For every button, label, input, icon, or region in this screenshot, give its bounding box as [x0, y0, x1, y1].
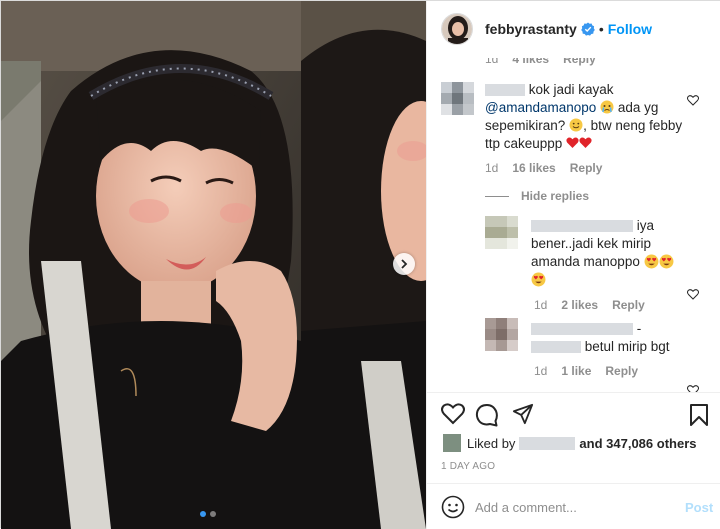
hide-replies-line [485, 196, 509, 197]
post-photo [1, 1, 301, 529]
author-avatar[interactable] [441, 13, 473, 45]
redacted-username [531, 341, 581, 354]
hide-replies-button[interactable]: Hide replies [521, 189, 589, 203]
commenter-avatar[interactable] [441, 82, 474, 115]
like-comment-heart-icon[interactable] [687, 95, 699, 106]
reply-avatar[interactable] [485, 318, 518, 351]
author-username[interactable]: febbyrastanty [485, 21, 577, 37]
post-timestamp: 1 DAY AGO [441, 461, 496, 472]
comment-bubble-icon[interactable] [475, 403, 499, 427]
save-bookmark-icon[interactable] [689, 403, 709, 427]
red-heart-emoji-icon [579, 137, 592, 148]
reply-time: 1d [534, 364, 548, 378]
emoji-smiley-icon[interactable] [441, 495, 465, 519]
reply-text: iya bener..jadi kek mirip amanda manoppo [531, 217, 681, 289]
carousel-indicator [200, 511, 216, 517]
comment-meta: 1d 16 likes Reply [485, 161, 602, 175]
liked-by-prefix: Liked by [467, 435, 516, 451]
instagram-post: febbyrastanty • Follow 1d 4 likes Reply [0, 0, 720, 529]
comment-time: 1d [485, 161, 499, 175]
comment-likes[interactable]: 16 likes [512, 161, 555, 175]
red-heart-emoji-icon [566, 137, 579, 148]
heart-eyes-emoji-icon [644, 254, 659, 269]
reply-item: iya bener..jadi kek mirip amanda manoppo… [427, 208, 720, 312]
crying-face-emoji-icon [600, 100, 614, 114]
reply-likes[interactable]: 1 like [561, 364, 591, 378]
heart-eyes-emoji-icon [531, 272, 546, 287]
reply-time: 1d [534, 298, 548, 312]
comments-section[interactable]: 1d 4 likes Reply kok jadi kayak @amandam… [427, 58, 720, 392]
like-reply-heart-icon[interactable] [687, 385, 699, 392]
add-comment-input[interactable] [475, 496, 665, 518]
add-comment-bar: Post [427, 483, 720, 529]
redacted-username [531, 323, 633, 336]
redacted-username [485, 84, 525, 97]
like-heart-icon[interactable] [441, 403, 465, 425]
reply-text: - betul mirip bgt [531, 320, 681, 356]
smiley-emoji-icon [569, 118, 583, 132]
post-action-bar [427, 392, 720, 437]
post-side-panel: febbyrastanty • Follow 1d 4 likes Reply [426, 1, 720, 529]
redacted-liker-name [519, 436, 576, 450]
post-header: febbyrastanty • Follow [427, 1, 720, 57]
mention-link[interactable]: @amandamanopo [485, 100, 596, 115]
carousel-dot-active [200, 511, 206, 517]
chevron-right-icon [401, 259, 408, 269]
post-media-carousel[interactable] [1, 1, 426, 529]
carousel-dot [210, 511, 216, 517]
follow-button[interactable]: Follow [608, 21, 652, 37]
reply-likes[interactable]: 2 likes [561, 298, 598, 312]
reply-avatar[interactable] [485, 216, 518, 249]
reply-reply-button[interactable]: Reply [612, 298, 645, 312]
redacted-username [531, 220, 633, 233]
liker-avatar [443, 434, 461, 452]
header-separator: • [598, 21, 604, 37]
verified-badge-icon [581, 22, 595, 36]
comment-item: kok jadi kayak @amandamanopo ada yg sepe… [427, 58, 720, 188]
liked-by-count[interactable]: and 347,086 others [579, 436, 696, 451]
comment-text: kok jadi kayak @amandamanopo ada yg sepe… [485, 82, 683, 151]
reply-meta: 1d 1 like Reply [534, 364, 638, 378]
reply-item: - betul mirip bgt 1d 1 like Reply [427, 316, 720, 392]
reply-meta: 1d 2 likes Reply [534, 298, 645, 312]
share-paper-plane-icon[interactable] [512, 403, 534, 425]
like-reply-heart-icon[interactable] [687, 289, 699, 300]
liked-by-summary[interactable]: Liked by and 347,086 others [443, 434, 696, 452]
reply-reply-button[interactable]: Reply [605, 364, 638, 378]
heart-eyes-emoji-icon [659, 254, 674, 269]
next-photo-button[interactable] [393, 253, 415, 275]
post-comment-button[interactable]: Post [685, 500, 713, 515]
comment-reply-button[interactable]: Reply [570, 161, 603, 175]
